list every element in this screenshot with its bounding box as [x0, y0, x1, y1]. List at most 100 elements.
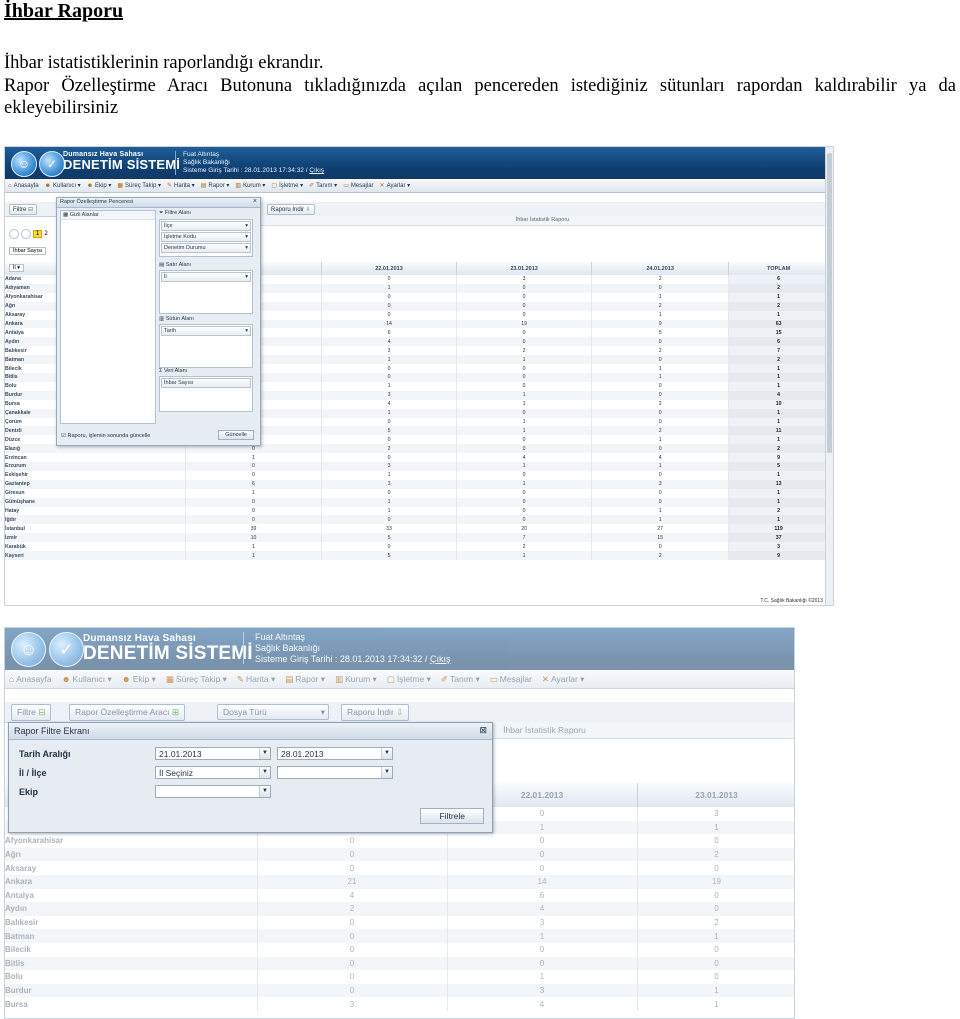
next-page-number[interactable]: 2	[44, 231, 47, 237]
value-cell: 4	[321, 399, 458, 409]
date-to-field[interactable]: 28.01.2013 ▼	[277, 747, 393, 760]
report-customization-button[interactable]: Rapor Özelleştirme Aracı ⊞	[69, 704, 185, 721]
province-select[interactable]: İl Seçiniz ▼	[155, 766, 271, 779]
message-icon: ▭	[489, 673, 498, 684]
file-type-select[interactable]: Dosya Türü ▾	[217, 704, 329, 720]
filter-area: ⏷ Filtre Alanı İlçe ▾ İşletme Kodu ▾ Denet…	[159, 210, 253, 257]
date-from-field[interactable]: 21.01.2013 ▼	[155, 747, 271, 760]
download-report-button[interactable]: Raporu İndir ⇩	[341, 704, 410, 721]
current-page[interactable]: 1	[33, 230, 43, 238]
column-header[interactable]: 22.01.2013	[321, 262, 458, 275]
menu-institution[interactable]: ▥ Kurum ▾	[235, 182, 265, 189]
menu-settings[interactable]: ✕ Ayarlar ▾	[542, 674, 585, 685]
data-chip-notification-count[interactable]: İhbar Sayısı	[161, 378, 251, 388]
district-select[interactable]: ▼	[277, 766, 393, 779]
menu-messages[interactable]: ▭ Mesajlar	[343, 182, 373, 189]
value-cell: 1	[591, 435, 730, 445]
value-cell: 3	[447, 915, 638, 930]
menu-definition[interactable]: ✐ Tanım ▾	[441, 674, 480, 685]
row-area-icon: ▤	[159, 262, 165, 268]
filter-button[interactable]: Filtre ⊟	[9, 204, 38, 215]
value-cell: 1	[591, 364, 730, 373]
login-info: Sisteme Giriş Tarihi : 28.01.2013 17:34:…	[255, 654, 428, 664]
column-header[interactable]: TOPLAM	[728, 262, 829, 275]
table-row: Erzincan 1 0 4 4 9	[5, 453, 829, 463]
menu-business[interactable]: ▢ İşletme ▾	[387, 674, 431, 685]
menu-user[interactable]: ☻ Kullanıcı ▾	[45, 182, 81, 189]
team-select[interactable]: ▼	[155, 785, 271, 798]
menu-report[interactable]: ▤ Rapor ▾	[201, 182, 230, 189]
total-cell: 6	[728, 337, 829, 347]
data-field-chip[interactable]: İhbar Sayısı	[9, 247, 47, 255]
row-area: ▤ Satır Alanı İl ▾	[159, 262, 253, 314]
value-cell: 2	[591, 399, 730, 409]
column-header[interactable]: 23.01.2013	[637, 783, 794, 807]
value-cell: 1	[637, 997, 794, 1011]
scrollbar-thumb[interactable]	[827, 153, 832, 453]
filter-chip-district[interactable]: İlçe ▾	[161, 221, 251, 231]
filter-chip-business-code[interactable]: İşletme Kodu ▾	[161, 232, 251, 242]
download-report-button[interactable]: Raporu İndir ⇩	[267, 204, 315, 215]
update-button[interactable]: Güncelle	[218, 430, 254, 440]
value-cell: 0	[257, 847, 448, 862]
menu-business[interactable]: ▢ İşletme ▾	[271, 182, 303, 189]
row-chip-province[interactable]: İl ▾	[161, 272, 251, 282]
hidden-fields-label: Gizli Alanlar	[69, 212, 99, 218]
login-info: Sisteme Giriş Tarihi : 28.01.2013 17:34:…	[183, 167, 308, 174]
column-area: ▥ Sütun Alanı Tarih ▾	[159, 316, 253, 368]
logout-link[interactable]: Çıkış	[309, 167, 324, 174]
business-icon: ▢	[386, 673, 395, 684]
menu-process[interactable]: ▦ Süreç Takip ▾	[166, 674, 227, 685]
close-icon[interactable]: ×	[253, 198, 257, 205]
menu-messages[interactable]: ▭ Mesajlar	[490, 674, 532, 685]
dropdown-arrow-icon[interactable]: ▼	[259, 786, 270, 797]
report-filter-window: Rapor Filtre Ekranı ⊠ Tarih Aralığı 21.0…	[8, 722, 493, 833]
value-cell: 1	[591, 310, 730, 320]
filter-chip-inspection-status[interactable]: Denetim Durumu ▾	[161, 243, 251, 253]
menu-map[interactable]: ✎ Harita ▾	[167, 182, 195, 189]
province-cell: Gaziantep	[5, 479, 186, 489]
total-cell: 1	[728, 470, 829, 480]
value-cell: 0	[257, 929, 448, 943]
value-cell: 0	[456, 381, 593, 391]
apply-filter-button[interactable]: Filtrele	[420, 808, 484, 824]
menu-report[interactable]: ▤ Rapor ▾	[285, 674, 325, 685]
menu-team[interactable]: ☻ Ekip ▾	[87, 182, 112, 189]
column-header[interactable]: 23.01.2013	[456, 262, 593, 275]
row-field-dropdown[interactable]: İl ▾	[9, 264, 25, 272]
column-chip-date[interactable]: Tarih ▾	[161, 326, 251, 336]
value-cell: 1	[456, 462, 593, 471]
filter-funnel-icon: ⏷	[159, 210, 164, 216]
close-icon[interactable]: ⊠	[479, 725, 487, 736]
menu-process[interactable]: ▦ Süreç Takip ▾	[117, 182, 161, 189]
dropdown-arrow-icon[interactable]: ▼	[259, 748, 270, 759]
total-cell: 2	[728, 283, 829, 293]
filter-button[interactable]: Filtre ⊟	[11, 704, 52, 721]
dropdown-arrow-icon[interactable]: ▼	[381, 767, 392, 778]
logout-link[interactable]: Çıkış	[430, 654, 451, 664]
vertical-scrollbar[interactable]	[825, 147, 833, 605]
value-cell: 1	[456, 479, 593, 489]
value-cell: 0	[447, 942, 638, 957]
dropdown-arrow-icon[interactable]: ▼	[259, 767, 270, 778]
menu-map[interactable]: ✎ Harita ▾	[237, 674, 275, 685]
first-page-icon[interactable]	[9, 229, 19, 239]
menu-institution[interactable]: ▥ Kurum ▾	[335, 674, 377, 685]
menu-settings[interactable]: ✕ Ayarlar ▾	[380, 182, 411, 189]
dropdown-arrow-icon[interactable]: ▼	[381, 748, 392, 759]
province-cell: Bitlis	[5, 956, 258, 971]
value-cell: 14	[447, 874, 638, 889]
menu-definition[interactable]: ✐ Tanım ▾	[309, 182, 337, 189]
table-row: Bitlis 0 0 0	[5, 956, 794, 971]
column-header[interactable]: 24.01.2013	[591, 262, 730, 275]
menu-team[interactable]: ☻ Ekip ▾	[122, 674, 156, 685]
prev-page-icon[interactable]	[21, 229, 31, 239]
value-cell: 0	[185, 462, 322, 471]
menu-user[interactable]: ☻ Kullanıcı ▾	[62, 674, 112, 685]
auto-update-checkbox[interactable]: ☑ Raporu, işlemin sonunda güncelle	[61, 433, 150, 439]
value-cell: 9	[591, 319, 730, 329]
menu-home[interactable]: ⌂ Anasayfa	[8, 183, 39, 189]
menu-home[interactable]: ⌂ Anasayfa	[9, 674, 52, 684]
province-cell: Hatay	[5, 506, 186, 516]
value-cell: 0	[321, 435, 458, 445]
